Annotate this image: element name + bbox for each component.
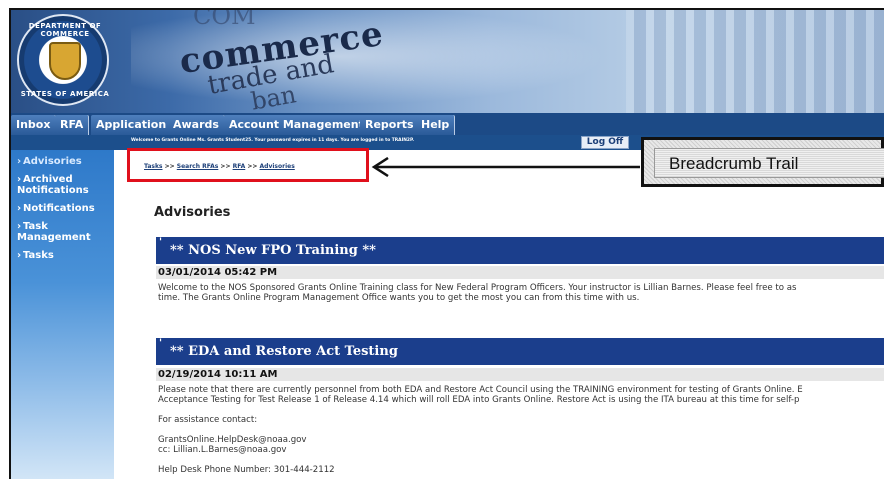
advisory-header: ' ** EDA and Restore Act Testing (156, 338, 884, 365)
cc-email: cc: Lillian.L.Barnes@noaa.gov (158, 445, 287, 455)
sidebar-item-label: Archived Notifications (17, 174, 89, 196)
sidebar-item-notifications[interactable]: › Notifications (17, 203, 95, 214)
department-seal-logo: DEPARTMENT OF COMMERCE STATES OF AMERICA (17, 14, 109, 106)
screenshot-frame: DEPARTMENT OF COMMERCE STATES OF AMERICA… (9, 8, 884, 479)
sidebar-item-label: Notifications (23, 203, 95, 214)
tab-awards[interactable]: Awards (168, 115, 225, 135)
welcome-message: Welcome to Grants Online Ms. Grants Stud… (131, 138, 415, 143)
sidebar-item-label: Tasks (23, 250, 54, 261)
advisory-body-line: For assistance contact: (158, 415, 258, 425)
page-title: Advisories (154, 205, 231, 220)
advisory-date: 02/19/2014 10:11 AM (156, 368, 884, 381)
tab-rfa[interactable]: RFA (55, 115, 90, 135)
main-nav: Inbox RFA Application Awards Account Man… (11, 113, 884, 135)
breadcrumb-highlight-box (127, 148, 369, 182)
advisory-date: 03/01/2014 05:42 PM (156, 266, 884, 279)
sidebar-item-task-management[interactable]: › Task Management (17, 221, 109, 243)
banner-building-image (626, 10, 884, 113)
corner-mark-icon: ' (159, 338, 163, 349)
seal-bottom-text: STATES OF AMERICA (20, 90, 110, 98)
advisory-body-line: Acceptance Testing for Test Release 1 of… (158, 395, 800, 405)
eagle-shield-icon (49, 42, 81, 80)
tab-reports[interactable]: Reports (360, 115, 420, 135)
main-content: Tasks >> Search RFAs >> RFA >> Advisorie… (114, 150, 884, 479)
tab-account-management[interactable]: Account Management (224, 115, 370, 135)
tab-inbox[interactable]: Inbox (11, 115, 57, 135)
breadcrumb-callout: Breadcrumb Trail (641, 137, 884, 187)
tab-application[interactable]: Application (91, 115, 173, 135)
advisory-body-line: Welcome to the NOS Sponsored Grants Onli… (158, 283, 797, 293)
corner-mark-icon: ' (159, 237, 163, 248)
banner-word-0: COM (193, 10, 256, 30)
sidebar-item-tasks[interactable]: › Tasks (17, 250, 54, 261)
advisory-body-line: Please note that there are currently per… (158, 385, 803, 395)
callout-arrow-icon (371, 157, 640, 177)
sidebar-item-label: Advisories (23, 156, 82, 167)
advisory-title: ** NOS New FPO Training ** (170, 243, 376, 258)
helpdesk-email: GrantsOnline.HelpDesk@noaa.gov (158, 435, 307, 445)
advisory-title: ** EDA and Restore Act Testing (170, 344, 398, 359)
advisory-header: ' ** NOS New FPO Training ** (156, 237, 884, 264)
tab-help[interactable]: Help (416, 115, 456, 135)
logoff-button[interactable]: Log Off (581, 136, 629, 149)
sidebar-item-advisories[interactable]: › Advisories (17, 156, 82, 167)
advisory-body-line: time. The Grants Online Program Manageme… (158, 293, 640, 303)
sidebar: › Advisories › Archived Notifications › Not… (11, 150, 114, 479)
helpdesk-phone: Help Desk Phone Number: 301-444-2112 (158, 465, 335, 475)
seal-top-text: DEPARTMENT OF COMMERCE (28, 22, 102, 38)
sidebar-item-archived-notifications[interactable]: › Archived Notifications (17, 174, 109, 196)
header-banner: DEPARTMENT OF COMMERCE STATES OF AMERICA… (11, 10, 884, 113)
sidebar-item-label: Task Management (17, 221, 91, 243)
callout-label: Breadcrumb Trail (654, 148, 884, 178)
